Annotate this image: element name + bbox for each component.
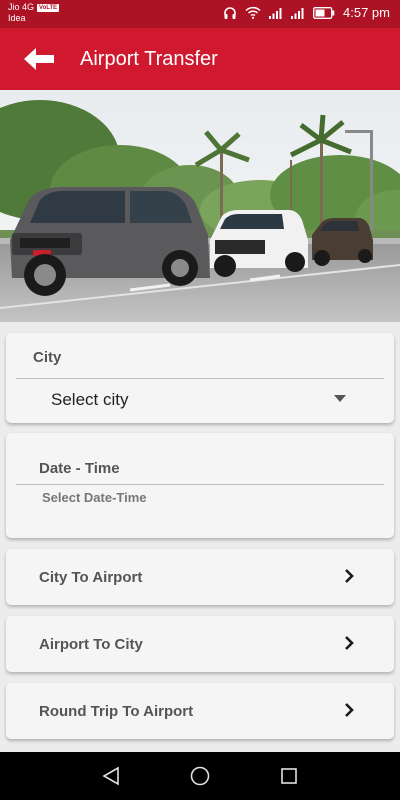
nav-home-icon (190, 766, 210, 786)
city-card: City Select city (6, 333, 394, 423)
datetime-field[interactable]: Select Date-Time (42, 490, 147, 505)
nav-recents-button[interactable] (280, 766, 298, 791)
datetime-card: Date - Time Select Date-Time (6, 433, 394, 538)
city-select-value: Select city (51, 390, 129, 409)
nav-back-icon (102, 766, 119, 786)
status-bar: Jio 4G VoLTE Idea 4:57 pm (0, 0, 400, 28)
app-bar: Airport Transfer (0, 28, 400, 90)
option-label: Airport To City (39, 636, 143, 653)
option-label: City To Airport (39, 569, 143, 586)
page-title: Airport Transfer (80, 48, 218, 70)
status-icons: 4:57 pm (223, 5, 390, 20)
back-button[interactable] (22, 45, 58, 73)
headphones-icon (223, 6, 237, 20)
volte-badge: VoLTE (37, 3, 60, 12)
carrier-info: Jio 4G VoLTE Idea (8, 2, 60, 24)
option-city-to-airport[interactable]: City To Airport (6, 549, 394, 605)
chevron-right-icon (345, 569, 354, 583)
city-label: City (33, 349, 62, 366)
banner-image (0, 90, 400, 322)
clock-time: 4:57 pm (343, 5, 390, 20)
datetime-label: Date - Time (39, 460, 120, 477)
nav-recents-icon (281, 768, 297, 784)
city-select[interactable]: Select city (16, 379, 384, 421)
option-airport-to-city[interactable]: Airport To City (6, 616, 394, 672)
nav-home-button[interactable] (190, 766, 210, 791)
datetime-divider (16, 484, 384, 485)
wifi-icon (245, 6, 261, 19)
system-nav-bar (0, 752, 400, 800)
battery-icon (313, 6, 335, 19)
dropdown-arrow-icon (334, 395, 346, 402)
carrier-secondary: Idea (8, 13, 26, 23)
option-label: Round Trip To Airport (39, 703, 194, 720)
nav-back-button[interactable] (102, 766, 120, 791)
carrier-primary: Jio 4G (8, 2, 35, 12)
signal-icon-sim1 (269, 7, 283, 19)
option-round-trip-to-airport[interactable]: Round Trip To Airport (6, 683, 394, 739)
chevron-right-icon (345, 636, 354, 650)
signal-icon-sim2 (291, 7, 305, 19)
arrow-left-icon (24, 48, 54, 70)
chevron-right-icon (345, 703, 354, 717)
